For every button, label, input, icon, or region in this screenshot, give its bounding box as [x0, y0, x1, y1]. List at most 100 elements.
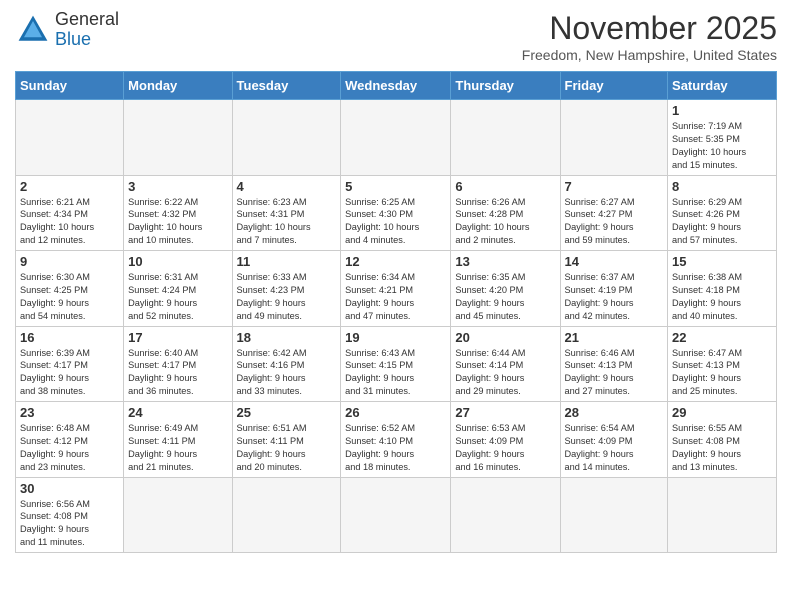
table-row — [124, 477, 232, 553]
col-monday: Monday — [124, 72, 232, 100]
day-info: Sunrise: 6:48 AM Sunset: 4:12 PM Dayligh… — [20, 422, 119, 474]
day-info: Sunrise: 6:51 AM Sunset: 4:11 PM Dayligh… — [237, 422, 337, 474]
day-number: 19 — [345, 330, 446, 345]
table-row: 20 Sunrise: 6:44 AM Sunset: 4:14 PM Dayli… — [451, 326, 560, 402]
day-number: 17 — [128, 330, 227, 345]
day-number: 5 — [345, 179, 446, 194]
day-number: 27 — [455, 405, 555, 420]
day-number: 25 — [237, 405, 337, 420]
day-number: 30 — [20, 481, 119, 496]
day-info: Sunrise: 6:47 AM Sunset: 4:13 PM Dayligh… — [672, 347, 772, 399]
table-row: 24 Sunrise: 6:49 AM Sunset: 4:11 PM Dayli… — [124, 402, 232, 478]
day-info: Sunrise: 6:53 AM Sunset: 4:09 PM Dayligh… — [455, 422, 555, 474]
day-info: Sunrise: 6:23 AM Sunset: 4:31 PM Dayligh… — [237, 196, 337, 248]
day-info: Sunrise: 6:35 AM Sunset: 4:20 PM Dayligh… — [455, 271, 555, 323]
table-row: 25 Sunrise: 6:51 AM Sunset: 4:11 PM Dayli… — [232, 402, 341, 478]
day-number: 2 — [20, 179, 119, 194]
day-info: Sunrise: 7:19 AM Sunset: 5:35 PM Dayligh… — [672, 120, 772, 172]
logo-line1: General — [55, 10, 119, 30]
day-info: Sunrise: 6:31 AM Sunset: 4:24 PM Dayligh… — [128, 271, 227, 323]
calendar: Sunday Monday Tuesday Wednesday Thursday… — [15, 71, 777, 553]
day-info: Sunrise: 6:43 AM Sunset: 4:15 PM Dayligh… — [345, 347, 446, 399]
table-row: 22 Sunrise: 6:47 AM Sunset: 4:13 PM Dayli… — [668, 326, 777, 402]
day-info: Sunrise: 6:49 AM Sunset: 4:11 PM Dayligh… — [128, 422, 227, 474]
header: General Blue November 2025 Freedom, New … — [15, 10, 777, 63]
day-info: Sunrise: 6:34 AM Sunset: 4:21 PM Dayligh… — [345, 271, 446, 323]
logo-icon — [15, 12, 51, 48]
table-row: 11Sunrise: 6:33 AM Sunset: 4:23 PM Dayli… — [232, 251, 341, 327]
day-info: Sunrise: 6:39 AM Sunset: 4:17 PM Dayligh… — [20, 347, 119, 399]
day-number: 10 — [128, 254, 227, 269]
location-subtitle: Freedom, New Hampshire, United States — [522, 47, 777, 63]
table-row: 2Sunrise: 6:21 AM Sunset: 4:34 PM Daylig… — [16, 175, 124, 251]
day-info: Sunrise: 6:55 AM Sunset: 4:08 PM Dayligh… — [672, 422, 772, 474]
day-info: Sunrise: 6:25 AM Sunset: 4:30 PM Dayligh… — [345, 196, 446, 248]
day-number: 26 — [345, 405, 446, 420]
day-number: 24 — [128, 405, 227, 420]
table-row: 29 Sunrise: 6:55 AM Sunset: 4:08 PM Dayli… — [668, 402, 777, 478]
day-info: Sunrise: 6:54 AM Sunset: 4:09 PM Dayligh… — [565, 422, 664, 474]
day-number: 15 — [672, 254, 772, 269]
day-info: Sunrise: 6:40 AM Sunset: 4:17 PM Dayligh… — [128, 347, 227, 399]
day-info: Sunrise: 6:30 AM Sunset: 4:25 PM Dayligh… — [20, 271, 119, 323]
title-block: November 2025 Freedom, New Hampshire, Un… — [522, 10, 777, 63]
logo-line2: Blue — [55, 30, 119, 50]
table-row: 8 Sunrise: 6:29 AM Sunset: 4:26 PM Daylig… — [668, 175, 777, 251]
col-tuesday: Tuesday — [232, 72, 341, 100]
day-info: Sunrise: 6:46 AM Sunset: 4:13 PM Dayligh… — [565, 347, 664, 399]
day-number: 7 — [565, 179, 664, 194]
week-row-1: 2Sunrise: 6:21 AM Sunset: 4:34 PM Daylig… — [16, 175, 777, 251]
table-row — [341, 477, 451, 553]
day-number: 8 — [672, 179, 772, 194]
table-row: 18Sunrise: 6:42 AM Sunset: 4:16 PM Dayli… — [232, 326, 341, 402]
table-row: 3 Sunrise: 6:22 AM Sunset: 4:32 PM Daylig… — [124, 175, 232, 251]
day-number: 20 — [455, 330, 555, 345]
week-row-0: 1 Sunrise: 7:19 AM Sunset: 5:35 PM Daylig… — [16, 100, 777, 176]
month-title: November 2025 — [522, 10, 777, 47]
table-row: 26Sunrise: 6:52 AM Sunset: 4:10 PM Dayli… — [341, 402, 451, 478]
day-number: 9 — [20, 254, 119, 269]
week-row-3: 16 Sunrise: 6:39 AM Sunset: 4:17 PM Dayli… — [16, 326, 777, 402]
table-row: 7 Sunrise: 6:27 AM Sunset: 4:27 PM Daylig… — [560, 175, 668, 251]
table-row — [451, 100, 560, 176]
logo-text: General Blue — [55, 10, 119, 50]
table-row: 13 Sunrise: 6:35 AM Sunset: 4:20 PM Dayli… — [451, 251, 560, 327]
day-number: 12 — [345, 254, 446, 269]
day-info: Sunrise: 6:44 AM Sunset: 4:14 PM Dayligh… — [455, 347, 555, 399]
table-row: 15Sunrise: 6:38 AM Sunset: 4:18 PM Dayli… — [668, 251, 777, 327]
table-row: 14Sunrise: 6:37 AM Sunset: 4:19 PM Dayli… — [560, 251, 668, 327]
day-number: 1 — [672, 103, 772, 118]
day-number: 18 — [237, 330, 337, 345]
day-info: Sunrise: 6:27 AM Sunset: 4:27 PM Dayligh… — [565, 196, 664, 248]
table-row — [124, 100, 232, 176]
day-info: Sunrise: 6:26 AM Sunset: 4:28 PM Dayligh… — [455, 196, 555, 248]
table-row: 23Sunrise: 6:48 AM Sunset: 4:12 PM Dayli… — [16, 402, 124, 478]
day-number: 28 — [565, 405, 664, 420]
day-info: Sunrise: 6:22 AM Sunset: 4:32 PM Dayligh… — [128, 196, 227, 248]
table-row — [16, 100, 124, 176]
col-friday: Friday — [560, 72, 668, 100]
table-row: 6Sunrise: 6:26 AM Sunset: 4:28 PM Daylig… — [451, 175, 560, 251]
day-number: 22 — [672, 330, 772, 345]
header-row: Sunday Monday Tuesday Wednesday Thursday… — [16, 72, 777, 100]
week-row-2: 9 Sunrise: 6:30 AM Sunset: 4:25 PM Daylig… — [16, 251, 777, 327]
table-row: 16 Sunrise: 6:39 AM Sunset: 4:17 PM Dayli… — [16, 326, 124, 402]
day-number: 14 — [565, 254, 664, 269]
day-number: 13 — [455, 254, 555, 269]
day-number: 3 — [128, 179, 227, 194]
logo: General Blue — [15, 10, 119, 50]
table-row: 1 Sunrise: 7:19 AM Sunset: 5:35 PM Daylig… — [668, 100, 777, 176]
day-number: 21 — [565, 330, 664, 345]
day-number: 29 — [672, 405, 772, 420]
day-number: 11 — [237, 254, 337, 269]
day-info: Sunrise: 6:29 AM Sunset: 4:26 PM Dayligh… — [672, 196, 772, 248]
col-saturday: Saturday — [668, 72, 777, 100]
week-row-4: 23Sunrise: 6:48 AM Sunset: 4:12 PM Dayli… — [16, 402, 777, 478]
col-thursday: Thursday — [451, 72, 560, 100]
col-sunday: Sunday — [16, 72, 124, 100]
table-row: 28 Sunrise: 6:54 AM Sunset: 4:09 PM Dayli… — [560, 402, 668, 478]
table-row — [232, 100, 341, 176]
day-number: 16 — [20, 330, 119, 345]
table-row: 27 Sunrise: 6:53 AM Sunset: 4:09 PM Dayli… — [451, 402, 560, 478]
week-row-5: 30Sunrise: 6:56 AM Sunset: 4:08 PM Dayli… — [16, 477, 777, 553]
